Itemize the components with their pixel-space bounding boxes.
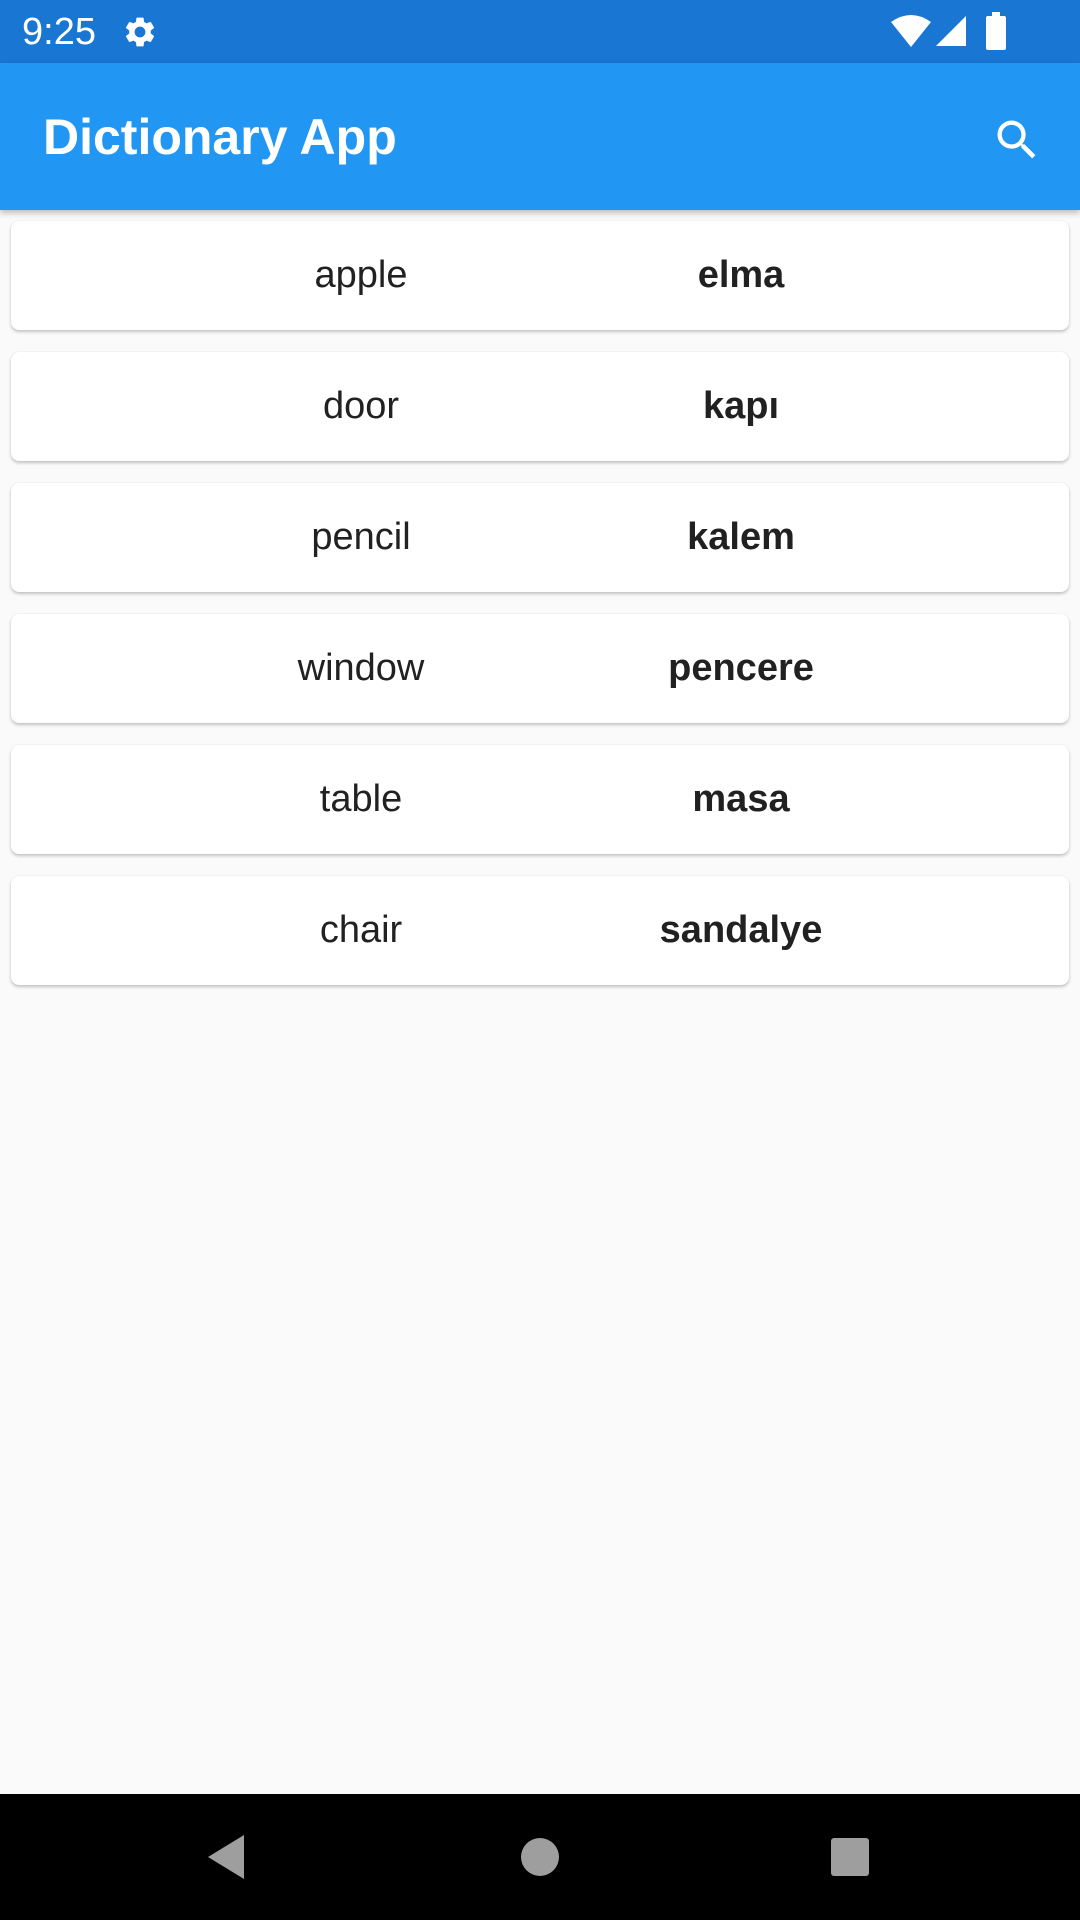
english-word: door [322, 385, 400, 427]
signal-icon [936, 16, 966, 46]
turkish-word: masa [692, 778, 790, 820]
gear-icon [125, 17, 155, 47]
navigation-bar [0, 1794, 1080, 1920]
english-word: chair [319, 909, 403, 951]
english-word: table [319, 778, 403, 820]
turkish-word: sandalye [659, 909, 823, 951]
search-icon [997, 120, 1036, 159]
word-card[interactable]: window pencere [11, 614, 1069, 723]
app-bar: Dictionary App [0, 63, 1080, 210]
wifi-icon [891, 15, 931, 47]
app-title: Dictionary App [43, 109, 397, 165]
word-card[interactable]: pencil kalem [11, 483, 1069, 592]
word-card[interactable]: table masa [11, 745, 1069, 854]
turkish-word: kapı [702, 385, 780, 427]
word-card[interactable]: chair sandalye [11, 876, 1069, 985]
home-icon [521, 1838, 559, 1876]
turkish-word: pencere [668, 647, 814, 689]
english-word: pencil [311, 516, 411, 558]
back-icon [208, 1835, 244, 1879]
word-card[interactable]: door kapı [11, 352, 1069, 461]
turkish-word: elma [697, 254, 785, 296]
back-button[interactable] [198, 1829, 254, 1885]
status-time: 9:25 [22, 11, 96, 53]
english-word: apple [314, 254, 408, 296]
word-card[interactable]: apple elma [11, 221, 1069, 330]
turkish-word: kalem [687, 516, 795, 558]
battery-icon [986, 12, 1006, 50]
home-button[interactable] [512, 1829, 568, 1885]
english-word: window [297, 647, 425, 689]
search-button[interactable] [985, 108, 1049, 172]
recents-button[interactable] [822, 1829, 878, 1885]
status-bar: 9:25 [0, 0, 1080, 63]
recents-icon [831, 1838, 869, 1876]
